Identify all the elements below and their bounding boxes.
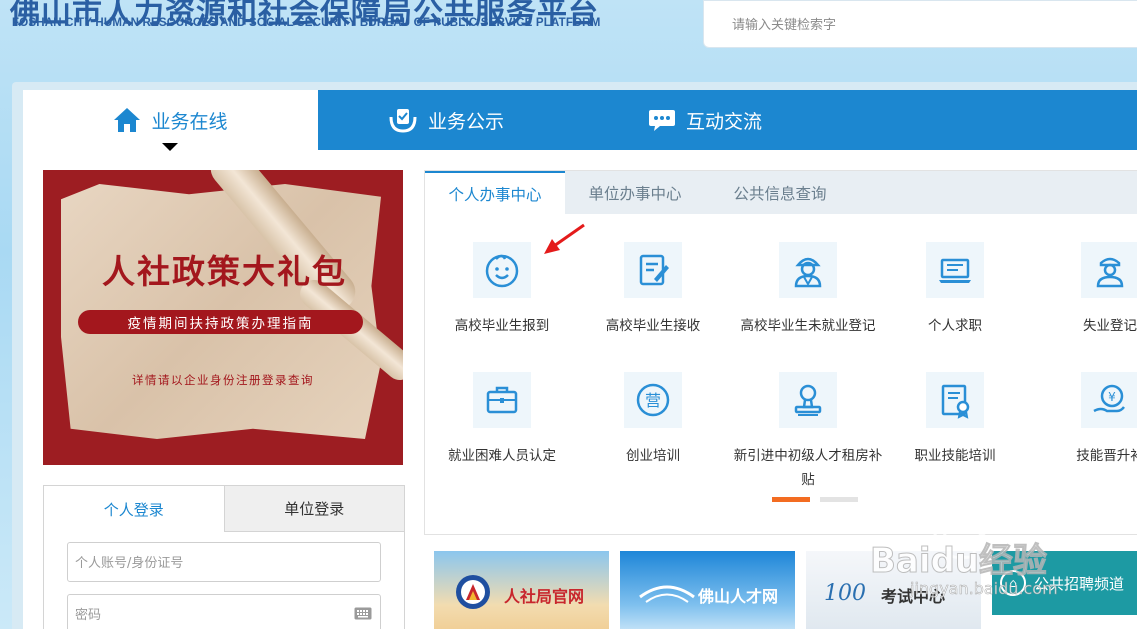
card-hrss-official-label: 人社局官网: [504, 587, 585, 606]
service-item-label: 新引进中初级人才租房补贴: [733, 448, 883, 488]
login-box: 个人登录 单位登录: [43, 485, 405, 629]
home-icon: [114, 108, 141, 132]
service-item-talent-rent-subsidy[interactable]: 新引进中初级人才租房补贴: [728, 372, 888, 492]
policy-banner[interactable]: 人社政策大礼包 疫情期间扶持政策办理指南 详情请以企业身份注册登录查询: [43, 170, 403, 465]
worker-icon: [779, 242, 837, 298]
service-item-label: 失业登记: [1083, 318, 1137, 334]
banner-pill: 疫情期间扶持政策办理指南: [78, 310, 363, 334]
card-foshan-talent[interactable]: 佛山人才网: [620, 551, 795, 629]
talent-logo-icon: [639, 585, 695, 603]
service-item-label: 个人求职: [928, 318, 982, 334]
card-exam-decor: 100: [824, 581, 866, 606]
active-tab-caret: [162, 143, 178, 151]
tab-personal-service[interactable]: 个人办事中心: [425, 171, 565, 214]
tab-unit-login[interactable]: 单位登录: [223, 486, 404, 532]
carousel-dots: [772, 497, 858, 502]
service-item-label: 技能晋升补: [1076, 448, 1137, 464]
service-item-label: 高校毕业生报到: [454, 318, 550, 334]
banner-title: 人社政策大礼包: [102, 252, 347, 291]
tab-interaction[interactable]: 互动交流: [608, 90, 1137, 150]
card-foshan-talent-label: 佛山人才网: [698, 587, 779, 606]
main-tabs: 业务在线 业务公示 互动交流: [23, 90, 1137, 151]
stamp-icon: [779, 372, 837, 428]
card-hrss-official[interactable]: 人社局官网: [434, 551, 609, 629]
service-item-entrepreneur-training[interactable]: 营 创业培训: [573, 372, 733, 468]
service-item-hardship-certification[interactable]: 就业困难人员认定: [422, 372, 582, 468]
clipboard-check-icon: [389, 109, 417, 133]
certificate-icon: [926, 372, 984, 428]
service-item-skill-promotion-subsidy[interactable]: ¥ 技能晋升补: [1030, 372, 1137, 468]
service-item-label: 高校毕业生未就业登记: [740, 318, 876, 334]
tab-business-online-label: 业务在线: [151, 110, 228, 133]
emblem-icon: [456, 575, 490, 609]
ying-circle-icon: 营: [624, 372, 682, 428]
baidu-watermark-brand: Baidu经验: [869, 541, 1048, 582]
carousel-dot[interactable]: [820, 497, 858, 502]
tab-personal-login[interactable]: 个人登录: [44, 486, 224, 532]
search-box[interactable]: [703, 0, 1137, 48]
yuan-hand-icon: ¥: [1081, 372, 1137, 428]
account-field[interactable]: [67, 542, 381, 582]
tab-public-info[interactable]: 公共信息查询: [705, 171, 855, 214]
svg-text:¥: ¥: [1108, 390, 1116, 404]
service-item-graduate-unemployed[interactable]: 高校毕业生未就业登记: [728, 242, 888, 338]
service-item-label: 就业困难人员认定: [448, 448, 556, 464]
password-field[interactable]: [67, 594, 381, 629]
tab-business-online[interactable]: 业务在线: [23, 90, 318, 151]
header: 佛山市人力资源和社会保障局公共服务平台 FOSHAN CITY HUMAN RE…: [0, 0, 1137, 80]
svg-text:营: 营: [645, 391, 661, 410]
site-subtitle: FOSHAN CITY HUMAN RESOURCES AND SOCIAL S…: [12, 17, 601, 29]
password-input[interactable]: [75, 605, 345, 625]
briefcase-icon: [473, 372, 531, 428]
service-center: 个人办事中心 单位办事中心 公共信息查询 高校毕业生报到 高校毕业生接收 高校毕…: [424, 170, 1137, 535]
login-tabs: 个人登录 单位登录: [44, 486, 404, 532]
banner-note: 详情请以企业身份注册登录查询: [132, 373, 314, 387]
service-tabs: 个人办事中心 单位办事中心 公共信息查询: [425, 171, 1137, 214]
tab-business-notice-label: 业务公示: [428, 110, 505, 133]
service-item-job-seeking[interactable]: 个人求职: [875, 242, 1035, 338]
computer-icon: [926, 242, 984, 298]
service-item-label: 创业培训: [626, 448, 680, 464]
service-item-label: 高校毕业生接收: [605, 318, 701, 334]
chat-bubble-icon: [649, 110, 675, 131]
baby-face-icon: [473, 242, 531, 298]
carousel-dot-active[interactable]: [772, 497, 810, 502]
tab-interaction-label: 互动交流: [686, 110, 763, 133]
baidu-watermark: Baidu经验 jingyan.baidu.com: [869, 505, 1080, 615]
service-item-graduate-receive[interactable]: 高校毕业生接收: [573, 242, 733, 338]
service-item-vocational-training[interactable]: 职业技能培训: [875, 372, 1035, 468]
keyboard-icon[interactable]: [354, 607, 372, 620]
document-edit-icon: [624, 242, 682, 298]
account-input[interactable]: [75, 553, 345, 573]
service-item-label: 职业技能培训: [914, 448, 996, 464]
tab-business-notice[interactable]: 业务公示: [318, 90, 608, 150]
tab-unit-service[interactable]: 单位办事中心: [565, 171, 705, 214]
search-input[interactable]: [732, 13, 1112, 37]
baidu-watermark-url: jingyan.baidu.com: [910, 579, 1058, 599]
service-item-unemployment-registration[interactable]: 失业登记: [1030, 242, 1137, 338]
person-cap-icon: [1081, 242, 1137, 298]
red-arrow-annotation: [544, 223, 585, 254]
